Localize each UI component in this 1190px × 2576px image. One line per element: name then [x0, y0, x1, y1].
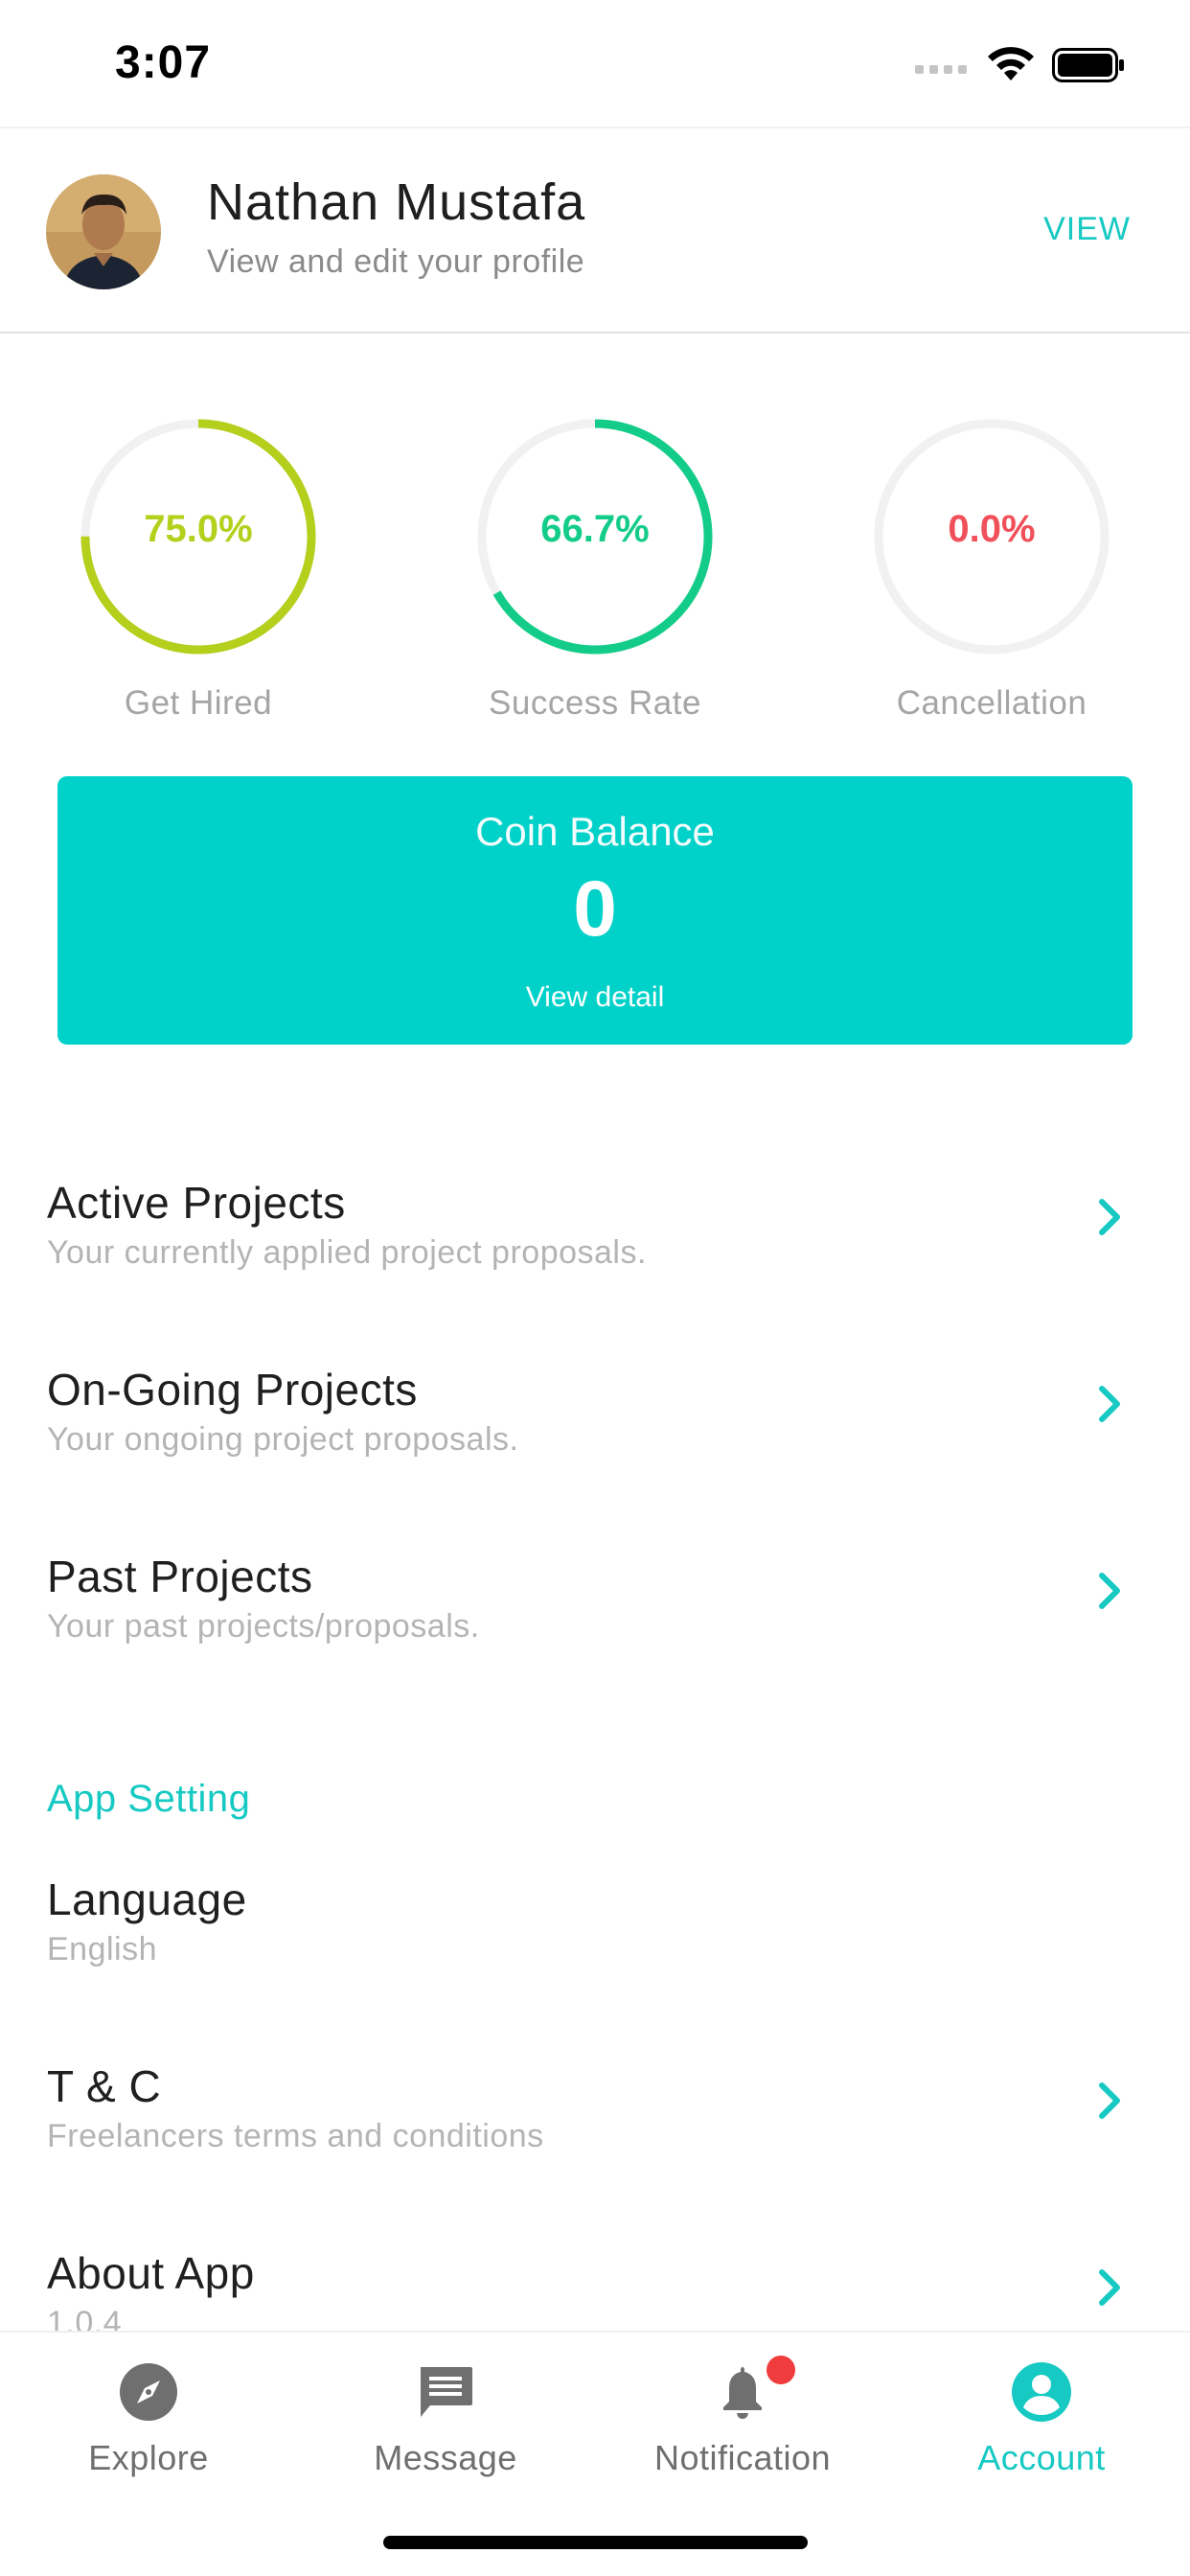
stat-get-hired: 75.0% Get Hired	[74, 412, 323, 723]
chevron-right-icon	[1099, 1386, 1120, 1422]
view-profile-button[interactable]: VIEW	[1043, 211, 1131, 248]
tab-notification[interactable]: Notification	[594, 2356, 891, 2478]
chevron-right-icon	[1099, 2269, 1120, 2306]
stat-success-rate: 66.7% Success Rate	[470, 412, 720, 723]
view-detail-link[interactable]: View detail	[57, 981, 1133, 1014]
home-indicator	[383, 2536, 808, 2549]
menu-item-active-projects[interactable]: Active Projects Your currently applied p…	[0, 1177, 1190, 1330]
coin-balance-title: Coin Balance	[475, 809, 715, 854]
menu-item-title: On-Going Projects	[47, 1365, 418, 1414]
menu-item-title: T & C	[47, 2061, 162, 2111]
profile-name: Nathan Mustafa	[207, 173, 586, 231]
menu-item-title: Language	[47, 1874, 247, 1924]
battery-icon	[1052, 48, 1124, 82]
profile-header[interactable]: Nathan Mustafa View and edit your profil…	[0, 126, 1190, 334]
menu-item-language[interactable]: Language English	[0, 1874, 1190, 2027]
chevron-right-icon	[1099, 2082, 1120, 2119]
profile-subtitle: View and edit your profile	[207, 243, 585, 280]
menu-item-subtitle: Your currently applied project proposals…	[47, 1234, 647, 1271]
chevron-right-icon	[1099, 1573, 1120, 1609]
coin-balance-card[interactable]: Coin Balance 0 View detail	[57, 776, 1133, 1045]
status-time: 3:07	[115, 37, 212, 88]
menu-item-subtitle: Your ongoing project proposals.	[47, 1421, 519, 1458]
notification-badge	[767, 2356, 795, 2384]
bell-icon	[723, 2367, 762, 2419]
chevron-right-icon	[1099, 1199, 1120, 1235]
wifi-icon	[988, 47, 1034, 80]
avatar[interactable]	[46, 174, 161, 289]
account-icon	[1012, 2362, 1071, 2422]
stat-label: Success Rate	[489, 684, 701, 722]
menu-item-title: About App	[47, 2248, 255, 2298]
tab-label: Notification	[653, 2438, 832, 2477]
tab-label: Explore	[88, 2438, 209, 2477]
tab-message[interactable]: Message	[297, 2361, 594, 2478]
menu-item-title: Active Projects	[47, 1178, 346, 1228]
menu-item-ongoing-projects[interactable]: On-Going Projects Your ongoing project p…	[0, 1364, 1190, 1517]
tab-account[interactable]: Account	[893, 2361, 1190, 2478]
compass-icon	[120, 2363, 177, 2421]
tab-explore[interactable]: Explore	[0, 2361, 297, 2478]
tab-label: Account	[977, 2438, 1106, 2477]
stat-label: Get Hired	[124, 684, 273, 722]
menu-item-past-projects[interactable]: Past Projects Your past projects/proposa…	[0, 1551, 1190, 1704]
message-icon	[421, 2367, 472, 2417]
menu-item-title: Past Projects	[47, 1552, 313, 1601]
coin-balance-value: 0	[573, 865, 617, 953]
stat-value: 75.0%	[144, 508, 253, 550]
menu-item-subtitle: English	[47, 1931, 158, 1967]
section-heading-app-setting: App Setting	[47, 1778, 251, 1820]
stat-value: 66.7%	[540, 508, 650, 550]
tab-label: Message	[374, 2438, 517, 2477]
menu-item-subtitle: Your past projects/proposals.	[47, 1608, 480, 1644]
menu-item-subtitle: Freelancers terms and conditions	[47, 2118, 544, 2154]
cellular-signal-icon	[915, 65, 967, 74]
status-bar: 3:07	[0, 0, 1190, 126]
stat-value: 0.0%	[948, 508, 1036, 550]
stat-label: Cancellation	[896, 684, 1087, 722]
stat-cancellation: 0.0% Cancellation	[867, 412, 1116, 723]
menu-item-terms[interactable]: T & C Freelancers terms and conditions	[0, 2060, 1190, 2214]
